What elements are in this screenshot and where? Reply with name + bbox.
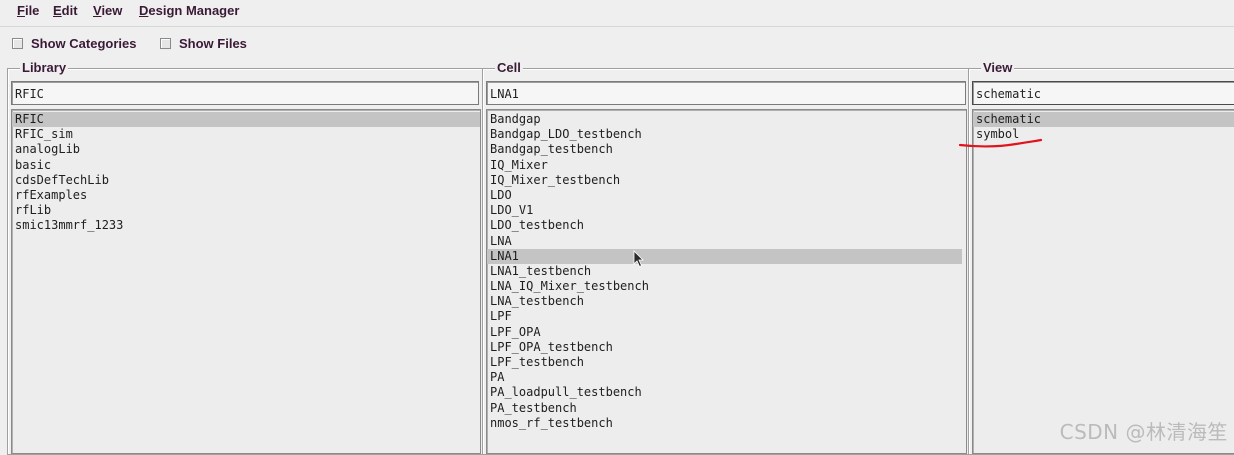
show-categories-checkbox[interactable] [12, 37, 23, 49]
library-list-items: RFIC RFIC_sim analogLib basic cdsDefTechLib r… [12, 110, 480, 234]
view-title: View [981, 60, 1015, 75]
cell-list-item[interactable]: Bandgap [487, 112, 962, 127]
menu-view[interactable]: View [93, 3, 122, 18]
cell-title: Cell [495, 60, 523, 75]
show-categories-label: Show Categories [31, 35, 137, 51]
cell-list-items: Bandgap Bandgap_LDO_testbench Bandgap_test… [487, 110, 966, 431]
library-list-item[interactable]: analogLib [12, 142, 480, 157]
cell-list-item[interactable]: PA_testbench [487, 401, 962, 416]
cell-list-item[interactable]: LDO_testbench [487, 218, 962, 233]
library-filter-input[interactable]: RFIC [11, 81, 479, 105]
cell-list-item[interactable]: PA [487, 370, 962, 385]
library-list-item[interactable]: RFIC_sim [12, 127, 480, 142]
cell-list-item[interactable]: Bandgap_testbench [487, 142, 962, 157]
library-title: Library [20, 60, 69, 75]
show-files-toggle[interactable]: Show Files [160, 35, 247, 51]
watermark: CSDN @林清海笙 [1059, 420, 1228, 444]
cell-filter-input[interactable]: LNA1 [486, 81, 966, 105]
cell-list-item[interactable]: IQ_Mixer [487, 158, 962, 173]
library-list-item[interactable]: rfLib [12, 203, 480, 218]
cell-list-item[interactable]: PA_loadpull_testbench [487, 385, 962, 400]
menu-separator [0, 26, 1234, 27]
library-panel: Library RFIC RFIC RFIC_sim analogLib basic c… [7, 60, 484, 455]
view-list-item[interactable]: schematic [973, 112, 1234, 128]
cell-list-item[interactable]: IQ_Mixer_testbench [487, 173, 962, 188]
menu-file[interactable]: File [17, 3, 39, 18]
red-underline-annotation [958, 138, 1043, 148]
cell-list-item[interactable]: LDO [487, 188, 962, 203]
cell-list-item[interactable]: Bandgap_LDO_testbench [487, 127, 962, 142]
view-filter-input[interactable]: schematic [972, 81, 1234, 105]
library-list-item[interactable]: basic [12, 158, 480, 173]
show-files-checkbox[interactable] [160, 37, 171, 49]
cell-list-item[interactable]: LPF_OPA_testbench [487, 340, 962, 355]
cell-list-item[interactable]: LNA_testbench [487, 294, 962, 309]
menu-edit[interactable]: Edit [53, 3, 78, 18]
menu-design-manager[interactable]: Design Manager [139, 3, 239, 18]
mouse-cursor-icon [633, 250, 644, 268]
cell-list-item[interactable]: LNA_IQ_Mixer_testbench [487, 279, 962, 294]
cell-list-item[interactable]: LPF_OPA [487, 325, 962, 340]
library-list[interactable]: RFIC RFIC_sim analogLib basic cdsDefTechLib r… [11, 109, 481, 454]
cell-list-item[interactable]: LDO_V1 [487, 203, 962, 218]
cell-list[interactable]: Bandgap Bandgap_LDO_testbench Bandgap_test… [486, 109, 967, 454]
cell-list-item[interactable]: LNA [487, 234, 962, 249]
cell-list-item[interactable]: nmos_rf_testbench [487, 416, 962, 431]
view-list[interactable]: schematic symbol [972, 109, 1234, 454]
cell-list-item[interactable]: LNA1 [487, 248, 962, 264]
library-list-item[interactable]: smic13mmrf_1233 [12, 218, 480, 233]
cell-list-item[interactable]: LPF [487, 309, 962, 324]
cell-panel: Cell LNA1 Bandgap Bandgap_LDO_testbench Ba… [482, 60, 970, 455]
view-panel: View schematic schematic symbol [968, 60, 1234, 455]
library-list-item[interactable]: RFIC [12, 112, 480, 128]
library-list-item[interactable]: cdsDefTechLib [12, 173, 480, 188]
cell-list-item[interactable]: LPF_testbench [487, 355, 962, 370]
show-categories-toggle[interactable]: Show Categories [12, 35, 137, 51]
show-files-label: Show Files [179, 35, 247, 51]
library-list-item[interactable]: rfExamples [12, 188, 480, 203]
menu-bar: File Edit View Design Manager [0, 0, 1234, 24]
cell-list-item[interactable]: LNA1_testbench [487, 264, 962, 279]
